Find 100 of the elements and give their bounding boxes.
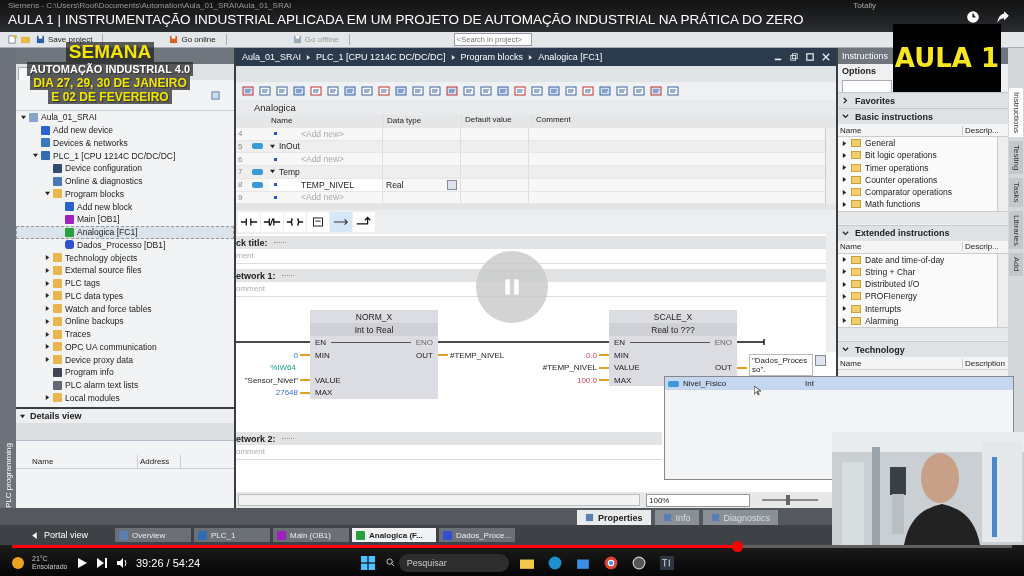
toolbar-icon[interactable]	[446, 85, 458, 97]
slider-thumb[interactable]	[786, 495, 791, 505]
progress-handle[interactable]	[732, 541, 743, 552]
coil-icon[interactable]	[284, 212, 306, 233]
instruction-folder[interactable]: Date and time-of-day	[838, 253, 997, 266]
tree-item[interactable]: Online & diagnostics	[16, 174, 234, 188]
caret-icon[interactable]	[45, 255, 50, 261]
tree-item[interactable]: Add new block	[16, 200, 234, 213]
closed-contact-icon[interactable]	[261, 212, 283, 233]
instruction-folder[interactable]: PROFIenergy	[838, 290, 997, 303]
toolbar-icon[interactable]	[327, 85, 339, 97]
windows-start-icon[interactable]	[360, 555, 375, 570]
caret-icon[interactable]	[33, 153, 38, 159]
zoom-dropdown[interactable]: 100%	[646, 493, 750, 507]
caret-icon[interactable]	[842, 165, 847, 171]
operand-label[interactable]: #TEMP_NIVEL	[542, 363, 597, 372]
toolbar-icon[interactable]	[497, 85, 509, 97]
side-tab[interactable]: Instructions	[1009, 88, 1023, 137]
toolbar-icon[interactable]	[531, 85, 543, 97]
toolbar-icon[interactable]	[310, 85, 322, 97]
toolbar-icon[interactable]	[667, 85, 679, 97]
instruction-folder[interactable]: String + Char	[838, 265, 997, 278]
tree-item[interactable]: PLC alarm text lists	[16, 378, 234, 392]
section-header[interactable]: Basic instructions	[838, 108, 1008, 124]
tree-item[interactable]: Online backups	[16, 315, 234, 328]
tree-item[interactable]: Traces	[16, 327, 234, 341]
instruction-folder[interactable]: Interrupts	[838, 302, 997, 315]
instruction-folder[interactable]: General	[838, 137, 997, 150]
network-title-bar[interactable]: ck title:	[236, 236, 826, 250]
column-header[interactable]: Default value	[461, 115, 532, 127]
caret-icon[interactable]	[45, 344, 50, 350]
caret-icon[interactable]	[842, 177, 847, 183]
tree-item[interactable]: Device configuration	[16, 162, 234, 175]
section-header[interactable]: Favorites	[838, 92, 1008, 108]
operand-label[interactable]: 0.0	[585, 350, 597, 360]
instruction-folder[interactable]: Distributed I/O	[838, 278, 997, 291]
instruction-folder[interactable]: Timer operations	[838, 161, 997, 174]
caret-icon[interactable]	[842, 346, 849, 353]
caret-icon[interactable]	[842, 257, 847, 263]
portal-view-button[interactable]: Portal view	[30, 530, 112, 540]
caret-icon[interactable]	[842, 113, 849, 120]
tree-item[interactable]: PLC tags	[16, 276, 234, 290]
scrollbar[interactable]	[997, 137, 1008, 211]
play-icon[interactable]	[76, 556, 88, 569]
toolbar-icon[interactable]	[259, 85, 271, 97]
instruction-folder[interactable]: Bit logic operations	[838, 149, 997, 162]
panel-tab[interactable]: Properties	[577, 510, 651, 525]
close-icon[interactable]	[822, 53, 830, 61]
app-icon[interactable]	[631, 555, 646, 570]
column-header[interactable]: Data type	[383, 115, 461, 127]
caret-icon[interactable]	[21, 114, 26, 120]
volume-icon[interactable]	[116, 556, 128, 569]
tree-item[interactable]: Technology objects	[16, 251, 234, 264]
caret-icon[interactable]	[45, 191, 50, 197]
caret-icon[interactable]	[45, 318, 50, 324]
toolbar-button[interactable]: Go online	[167, 35, 218, 44]
maximize-icon[interactable]	[806, 53, 814, 61]
editor-tab[interactable]: Dados_Proce...	[439, 528, 515, 542]
clock-icon[interactable]	[966, 10, 980, 24]
section-header[interactable]: Extended instructions	[838, 224, 1008, 241]
scrollbar[interactable]	[825, 128, 836, 205]
tree-item[interactable]: Program blocks	[16, 187, 234, 201]
section-header[interactable]: Technology	[838, 341, 1008, 357]
toolbar-icon[interactable]	[582, 85, 594, 97]
editor-tab[interactable]: Overview	[115, 528, 191, 542]
editor-tab[interactable]: PLC_1	[194, 528, 270, 542]
next-icon[interactable]	[96, 556, 108, 569]
instruction-folder[interactable]: Alarming	[838, 314, 997, 327]
caret-icon[interactable]	[842, 269, 847, 275]
tree-item[interactable]: OPC UA communication	[16, 340, 234, 354]
caret-icon[interactable]	[45, 306, 50, 312]
chrome-icon[interactable]	[603, 555, 618, 570]
breadcrumb-item[interactable]: Aula_01_SRAI	[242, 52, 302, 62]
caret-icon[interactable]	[45, 331, 50, 337]
scrollbar[interactable]	[997, 253, 1008, 327]
editor-tab[interactable]: Analogica (F...	[352, 528, 436, 542]
caret-icon[interactable]	[20, 413, 25, 419]
caret-icon[interactable]	[842, 152, 847, 158]
tree-item[interactable]: PLC data types	[16, 289, 234, 303]
caret-icon[interactable]	[270, 169, 275, 175]
tree-item[interactable]: External source files	[16, 264, 234, 277]
caret-icon[interactable]	[45, 267, 50, 273]
tree-item[interactable]: Devices & networks	[16, 136, 234, 150]
caret-icon[interactable]	[270, 143, 275, 149]
toolbar-icon[interactable]	[412, 85, 424, 97]
operand-field[interactable]: "Dados_Processo".	[749, 353, 813, 376]
tree-item[interactable]: PLC_1 [CPU 1214C DC/DC/DC]	[16, 149, 234, 162]
caret-icon[interactable]	[842, 189, 847, 195]
tree-item[interactable]: Device proxy data	[16, 353, 234, 366]
branch-close-icon[interactable]	[353, 212, 375, 233]
contact-icon[interactable]	[238, 212, 260, 233]
tree-item[interactable]: Aula_01_SRAI	[16, 111, 234, 124]
column-header[interactable]: Name	[30, 455, 138, 468]
toolbar-icon[interactable]	[429, 85, 441, 97]
column-header[interactable]: Comment	[532, 115, 826, 127]
instruction-folder[interactable]: Comparator operations	[838, 186, 997, 199]
caret-icon[interactable]	[45, 395, 50, 401]
toolbar-icon[interactable]	[480, 85, 492, 97]
tia-portal-icon[interactable]	[659, 555, 674, 570]
share-icon[interactable]	[996, 10, 1010, 24]
